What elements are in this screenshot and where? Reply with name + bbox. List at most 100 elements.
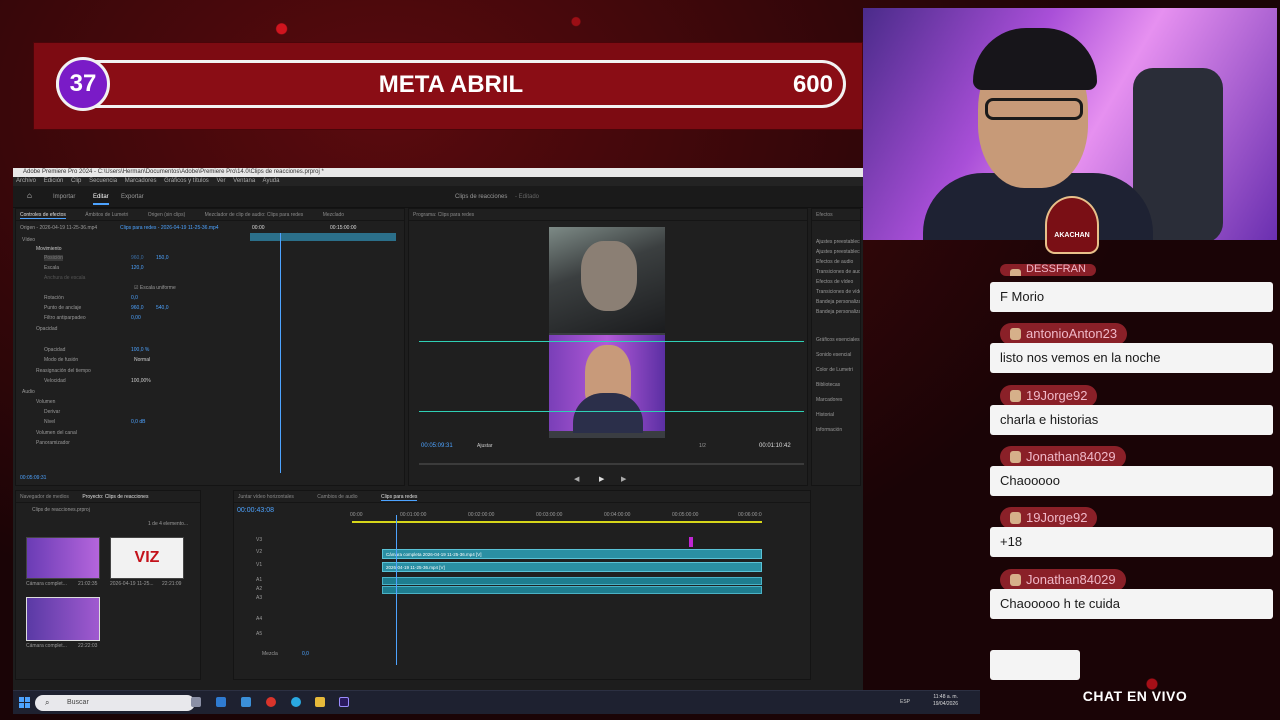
fx-panner[interactable]: Panoramizador [36,440,70,446]
uniform-scale-checkbox[interactable]: ☑ Escala uniforme [134,285,176,291]
fit-dropdown[interactable]: Ajustar [477,443,493,449]
opacity-value[interactable]: 100,0 % [131,347,149,353]
resolution-dropdown[interactable]: 1/2 [699,443,706,449]
tab-media-browser[interactable]: Navegador de medios [20,494,69,500]
prop-level[interactable]: Nivel [44,419,55,425]
audio-clip-a2[interactable] [382,586,762,594]
section-essential-graphics[interactable]: Gráficos esenciales [816,337,860,352]
fx-opacity[interactable]: Opacidad [36,326,57,332]
project-thumb-3[interactable] [26,597,100,641]
mix-value[interactable]: 0,0 [302,651,309,657]
file-explorer-icon[interactable] [315,697,325,707]
tab-effect-controls[interactable]: Controles de efectos [20,212,66,219]
track-a5[interactable]: A5 [256,631,262,637]
project-thumb-1[interactable] [26,537,100,579]
section-lumetri-color[interactable]: Color de Lumetri [816,367,860,382]
menu-ayuda[interactable]: Ayuda [263,178,280,184]
clip-v3-marker[interactable] [689,537,693,547]
timeline-timecode[interactable]: 00:00:43:08 [237,507,274,514]
position-y-value[interactable]: 150,0 [156,255,169,261]
tab-mixer[interactable]: Mezclado [323,212,344,218]
rotation-value[interactable]: 0,0 [131,295,138,301]
guide-line-top[interactable] [419,341,804,342]
prop-flicker[interactable]: Filtro antiparpadeo [44,315,86,321]
folder-audio-transitions[interactable]: Transiciones de audio [816,269,860,279]
fx-volume[interactable]: Volumen [36,399,55,405]
store-icon[interactable] [241,697,251,707]
timeline-playhead[interactable] [396,515,397,665]
blend-mode-select[interactable]: Normal [134,357,150,363]
speed-value[interactable]: 100,00% [131,378,151,384]
task-view-icon[interactable] [191,697,201,707]
audio-clip-a1[interactable] [382,577,762,585]
clip-v1[interactable]: 2026-04-19 11-25-36.mp4 [V] [382,562,762,572]
project-thumb-2[interactable]: VIZ [110,537,184,579]
guide-line-bottom[interactable] [419,411,804,412]
fx-motion[interactable]: Movimiento [36,246,62,252]
section-history[interactable]: Historial [816,412,860,427]
clip-v2[interactable]: Cámara completa 2026-04-19 11-25-36.mp4 … [382,549,762,559]
prop-rotation[interactable]: Rotación [44,295,64,301]
step-forward-button[interactable]: ▶ [621,475,626,483]
level-value[interactable]: 0,0 dB [131,419,145,425]
folder-video-effects[interactable]: Efectos de vídeo [816,279,860,289]
tab-importar[interactable]: Importar [53,194,75,200]
prop-anchor[interactable]: Punto de anclaje [44,305,81,311]
step-back-button[interactable]: ◀ [574,475,579,483]
prop-bypass[interactable]: Derivar [44,409,60,415]
premiere-taskbar-icon[interactable] [216,697,226,707]
premiere-pro-icon[interactable] [339,697,349,707]
menu-ventana[interactable]: Ventana [233,178,255,184]
anchor-x-value[interactable]: 960,0 [131,305,144,311]
scale-value[interactable]: 120,0 [131,265,144,271]
section-essential-sound[interactable]: Sonido esencial [816,352,860,367]
position-x-value[interactable]: 960,0 [131,255,144,261]
program-timecode[interactable]: 00:05:09:31 [421,443,453,449]
prop-speed[interactable]: Velocidad [44,378,66,384]
taskbar-search[interactable]: ⌕ Buscar [35,695,195,711]
folder-lumetri-presets[interactable]: Ajustes preestablecidos de Lumetri [816,249,860,259]
tab-sequence-1[interactable]: Juntar vídeo horizontales [238,494,294,500]
chrome-icon[interactable] [266,697,276,707]
anchor-y-value[interactable]: 540,0 [156,305,169,311]
fx-channel-volume[interactable]: Volumen del canal [36,430,77,436]
tab-sequence-2[interactable]: Cambios de audio [317,494,357,500]
folder-custom-bin-1[interactable]: Bandeja personalizada 01 [816,299,860,309]
menu-graficos[interactable]: Gráficos y títulos [164,178,209,184]
section-info[interactable]: Información [816,427,860,442]
track-a1[interactable]: A1 [256,577,262,583]
flicker-value[interactable]: 0,00 [131,315,141,321]
folder-custom-bin-2[interactable]: Bandeja personalizada 02 [816,309,860,319]
menu-edicion[interactable]: Edición [44,178,64,184]
play-button[interactable]: ▶ [599,475,604,483]
tab-sequence-3[interactable]: Clips para redes [380,494,418,501]
folder-presets[interactable]: Ajustes preestablecidos [816,239,860,249]
fx-time-remap[interactable]: Reasignación del tiempo [36,368,91,374]
track-v3[interactable]: V3 [256,537,262,543]
folder-video-transitions[interactable]: Transiciones de vídeo [816,289,860,299]
menu-secuencia[interactable]: Secuencia [89,178,117,184]
sequence-clip-label[interactable]: Clips para redes - 2026-04-19 11-25-36.m… [120,225,219,231]
track-a3[interactable]: A3 [256,595,262,601]
prop-scale[interactable]: Escala [44,265,59,271]
track-a2[interactable]: A2 [256,586,262,592]
edge-icon[interactable] [291,697,301,707]
tab-exportar[interactable]: Exportar [121,194,144,200]
language-indicator[interactable]: ESP [900,699,910,705]
menu-archivo[interactable]: Archivo [16,178,36,184]
menu-clip[interactable]: Clip [71,178,81,184]
windows-start-icon[interactable] [19,697,30,708]
track-a4[interactable]: A4 [256,616,262,622]
tab-project[interactable]: Proyecto: Clips de reacciones [82,494,148,500]
prop-position[interactable]: Posición [44,255,63,261]
program-scrubber[interactable] [419,463,804,465]
taskbar-clock[interactable]: 11:48 a. m. 19/04/2026 [933,694,958,708]
track-v2[interactable]: V2 [256,549,262,555]
home-icon[interactable]: ⌂ [27,191,32,200]
menu-ver[interactable]: Ver [216,178,225,184]
menu-marcadores[interactable]: Marcadores [125,178,157,184]
tab-audio-clip-mixer[interactable]: Mezclador de clip de audio: Clips para r… [205,212,304,218]
work-area-bar[interactable] [352,521,762,523]
tab-lumetri-scopes[interactable]: Ámbitos de Lumetri [85,212,128,218]
folder-audio-effects[interactable]: Efectos de audio [816,259,860,269]
